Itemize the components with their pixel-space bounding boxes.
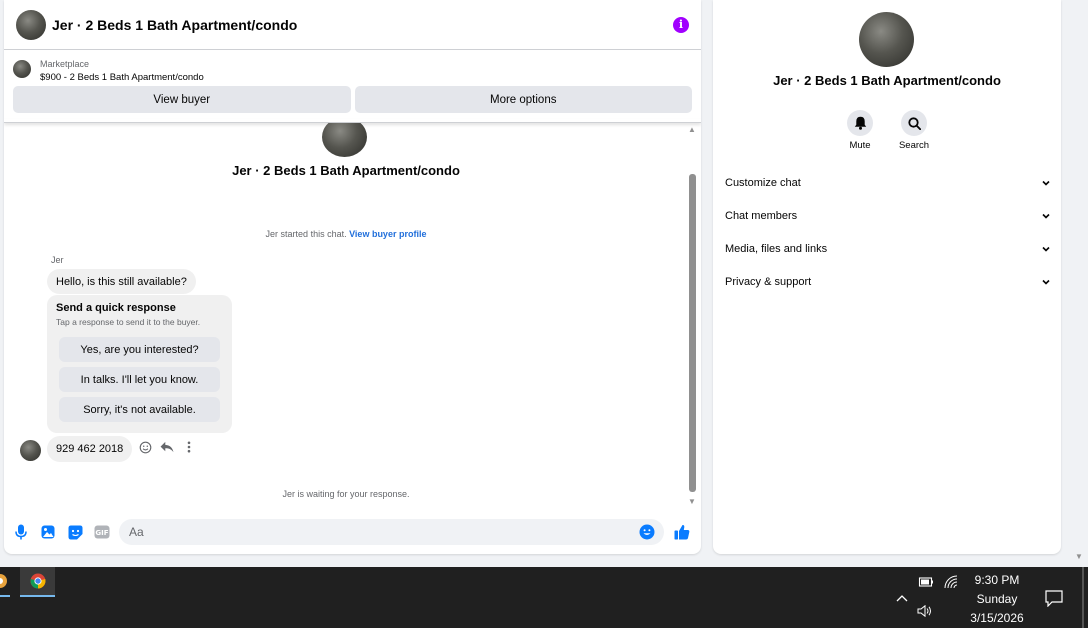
show-desktop-button[interactable] bbox=[1082, 567, 1084, 628]
quick-response-option[interactable]: Sorry, it's not available. bbox=[59, 397, 220, 422]
info-actions: Mute Search bbox=[713, 110, 1061, 151]
notification-icon[interactable] bbox=[1045, 589, 1063, 607]
quick-response-option[interactable]: In talks. I'll let you know. bbox=[59, 367, 220, 392]
chat-panel: Jer · 2 Beds 1 Bath Apartment/condo i Ma… bbox=[4, 0, 701, 554]
like-icon[interactable] bbox=[673, 523, 691, 541]
quick-response-card: Send a quick response Tap a response to … bbox=[47, 295, 232, 433]
clock-date: 3/15/2026 bbox=[970, 611, 1024, 625]
section-label: Privacy & support bbox=[725, 275, 812, 288]
message-composer: GIF bbox=[4, 519, 701, 545]
chevron-down-icon bbox=[1042, 180, 1050, 186]
waiting-note: Jer is waiting for your response. bbox=[282, 489, 410, 499]
more-vertical-icon[interactable] bbox=[182, 440, 196, 454]
listing-summary[interactable]: Marketplace $900 - 2 Beds 1 Bath Apartme… bbox=[4, 50, 701, 86]
view-buyer-button[interactable]: View buyer bbox=[13, 86, 351, 113]
view-buyer-profile-link[interactable]: View buyer profile bbox=[349, 229, 426, 239]
chat-avatar[interactable] bbox=[16, 9, 46, 40]
photo-icon[interactable] bbox=[40, 524, 56, 540]
info-icon[interactable]: i bbox=[673, 16, 689, 33]
message-tools bbox=[138, 440, 196, 454]
taskbar: 9:30 PM Sunday 3/15/2026 bbox=[0, 567, 1088, 628]
profile-avatar[interactable] bbox=[859, 12, 914, 67]
sender-name: Jer bbox=[51, 255, 64, 265]
section-label: Customize chat bbox=[725, 176, 801, 189]
battery-icon[interactable] bbox=[918, 575, 934, 589]
section-media-files-links[interactable]: Media, files and links bbox=[725, 236, 1051, 261]
message-input[interactable] bbox=[119, 519, 664, 545]
thread-scrollbar[interactable]: ▲ ▼ bbox=[687, 124, 697, 506]
taskbar-clock[interactable]: 9:30 PM Sunday 3/15/2026 bbox=[966, 571, 1028, 628]
taskbar-app[interactable] bbox=[0, 567, 10, 597]
chat-started-text: Jer started this chat. bbox=[265, 229, 350, 239]
chevron-down-icon bbox=[1042, 279, 1050, 285]
svg-text:GIF: GIF bbox=[95, 529, 108, 537]
listing-description: $900 - 2 Beds 1 Bath Apartment/condo bbox=[40, 72, 204, 83]
scroll-thumb[interactable] bbox=[689, 174, 696, 492]
listing-thumbnail bbox=[13, 60, 31, 78]
sender-avatar[interactable] bbox=[20, 440, 41, 461]
message-bubble[interactable]: 929 462 2018 bbox=[47, 436, 133, 462]
listing-type: Marketplace bbox=[40, 59, 90, 69]
chrome-icon[interactable] bbox=[20, 567, 55, 597]
message-bubble[interactable]: Hello, is this still available? bbox=[47, 269, 196, 294]
quick-response-option[interactable]: Yes, are you interested? bbox=[59, 337, 220, 362]
section-customize-chat[interactable]: Customize chat bbox=[725, 170, 1051, 195]
chat-header: Jer · 2 Beds 1 Bath Apartment/condo i bbox=[4, 0, 701, 50]
thread-title: Jer · 2 Beds 1 Bath Apartment/condo bbox=[232, 163, 460, 178]
chevron-down-icon bbox=[1042, 213, 1050, 219]
volume-icon[interactable] bbox=[917, 604, 933, 618]
chevron-up-icon[interactable] bbox=[895, 591, 909, 605]
microphone-icon[interactable] bbox=[13, 524, 29, 540]
scroll-down-icon[interactable]: ▼ bbox=[687, 496, 697, 506]
clock-time: 9:30 PM bbox=[974, 573, 1020, 587]
sticker-icon[interactable] bbox=[67, 524, 83, 540]
quick-response-subtitle: Tap a response to send it to the buyer. bbox=[56, 317, 201, 327]
search-label: Search bbox=[898, 140, 930, 151]
reply-icon[interactable] bbox=[160, 440, 174, 454]
search-icon[interactable] bbox=[901, 110, 927, 136]
info-title: Jer · 2 Beds 1 Bath Apartment/condo bbox=[773, 73, 1001, 88]
conversation-info-panel: Jer · 2 Beds 1 Bath Apartment/condo Mute… bbox=[713, 0, 1061, 554]
message-input-wrapper bbox=[119, 519, 664, 545]
wifi-icon[interactable] bbox=[943, 575, 959, 589]
more-options-button[interactable]: More options bbox=[354, 86, 692, 113]
bell-icon[interactable] bbox=[847, 110, 873, 136]
search-button[interactable]: Search bbox=[898, 110, 930, 151]
quick-response-title: Send a quick response bbox=[56, 302, 176, 314]
thread-avatar bbox=[322, 123, 367, 157]
section-label: Chat members bbox=[725, 209, 798, 222]
section-chat-members[interactable]: Chat members bbox=[725, 203, 1051, 228]
mute-label: Mute bbox=[849, 140, 871, 151]
chat-started-note: Jer started this chat. View buyer profil… bbox=[4, 229, 688, 239]
emoji-icon[interactable] bbox=[639, 524, 655, 540]
page-scroll-down-icon[interactable]: ▼ bbox=[1075, 552, 1085, 562]
scroll-up-icon[interactable]: ▲ bbox=[687, 124, 697, 134]
message-thread[interactable]: Jer · 2 Beds 1 Bath Apartment/condo Jer … bbox=[4, 123, 688, 508]
clock-day: Sunday bbox=[976, 592, 1018, 606]
mute-button[interactable]: Mute bbox=[847, 110, 873, 151]
chevron-down-icon bbox=[1042, 246, 1050, 252]
react-icon[interactable] bbox=[138, 440, 152, 454]
chat-title[interactable]: Jer · 2 Beds 1 Bath Apartment/condo bbox=[52, 17, 297, 33]
listing-actions: View buyer More options bbox=[4, 86, 701, 116]
gif-icon[interactable]: GIF bbox=[94, 524, 110, 540]
section-privacy-support[interactable]: Privacy & support bbox=[725, 269, 1051, 294]
section-label: Media, files and links bbox=[725, 242, 828, 255]
